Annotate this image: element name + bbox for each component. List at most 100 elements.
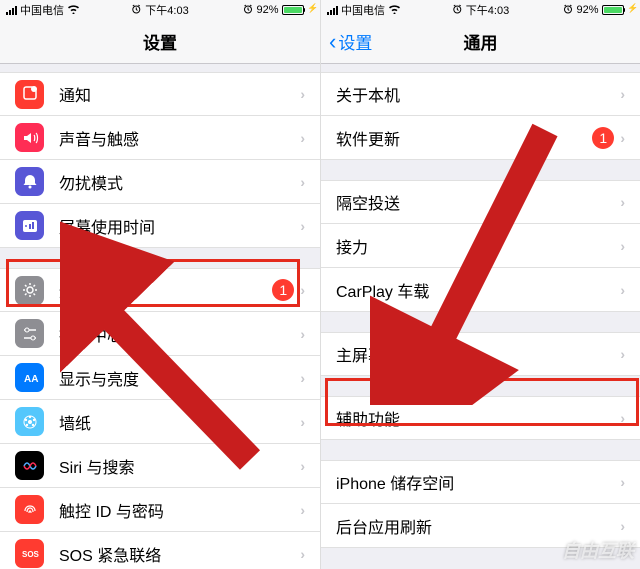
general-row[interactable]: 主屏幕按钮 › xyxy=(321,332,640,376)
chevron-right-icon: › xyxy=(620,410,625,426)
settings-row-touchid[interactable]: 触控 ID 与密码 › xyxy=(0,488,320,532)
chevron-right-icon: › xyxy=(300,282,305,298)
settings-row-notify[interactable]: 通知 › xyxy=(0,72,320,116)
chevron-right-icon: › xyxy=(620,282,625,298)
signal-icon xyxy=(327,6,338,15)
settings-row-control[interactable]: 控制中心 › xyxy=(0,312,320,356)
siri-icon xyxy=(15,451,44,480)
chevron-right-icon: › xyxy=(300,326,305,342)
general-row[interactable]: CarPlay 车载 › xyxy=(321,268,640,312)
alarm-icon-2 xyxy=(243,4,253,17)
signal-icon xyxy=(6,6,17,15)
row-label: 勿扰模式 xyxy=(59,170,294,194)
row-label: 通知 xyxy=(59,82,294,106)
time-label: 下午4:03 xyxy=(145,2,188,18)
chevron-right-icon: › xyxy=(300,130,305,146)
settings-row-screentime[interactable]: 屏幕使用时间› xyxy=(0,204,320,248)
status-bar: 中国电信 下午4:03 92% xyxy=(0,0,320,20)
chevron-right-icon: › xyxy=(300,546,305,562)
nav-bar: ‹ 设置 通用 xyxy=(321,20,640,64)
dnd-icon xyxy=(15,167,44,196)
chevron-right-icon: › xyxy=(620,194,625,210)
chevron-right-icon: › xyxy=(620,130,625,146)
time-label: 下午4:03 xyxy=(466,2,509,18)
display-icon: AA xyxy=(15,363,44,392)
row-label: iPhone 储存空间 xyxy=(336,470,614,494)
badge: 1 xyxy=(592,127,614,149)
page-title: 通用 xyxy=(464,29,498,54)
chevron-right-icon: › xyxy=(300,174,305,190)
general-screen: 中国电信 下午4:03 92% ‹ 设置 通用 关于本机 › 软件更新1 › 隔空投送 ›… xyxy=(320,0,640,569)
chevron-right-icon: › xyxy=(620,86,625,102)
svg-text:SOS: SOS xyxy=(22,550,39,559)
back-button[interactable]: ‹ 设置 xyxy=(329,29,372,54)
row-label: 隔空投送 xyxy=(336,190,614,214)
carrier-label: 中国电信 xyxy=(341,2,385,18)
general-row[interactable]: 接力 › xyxy=(321,224,640,268)
settings-row-dnd[interactable]: 勿扰模式 › xyxy=(0,160,320,204)
settings-row-wallpaper[interactable]: 墙纸 › xyxy=(0,400,320,444)
carrier-label: 中国电信 xyxy=(20,2,64,18)
chevron-left-icon: ‹ xyxy=(329,31,336,53)
gear-icon xyxy=(15,276,44,305)
settings-row-sound[interactable]: 声音与触感› xyxy=(0,116,320,160)
chevron-right-icon: › xyxy=(620,518,625,534)
chevron-right-icon: › xyxy=(300,458,305,474)
settings-row-sos[interactable]: SOSSOS 紧急联络› xyxy=(0,532,320,569)
chevron-right-icon: › xyxy=(300,86,305,102)
wifi-icon xyxy=(388,4,401,17)
row-label: Siri 与搜索 xyxy=(59,454,294,478)
wallpaper-icon xyxy=(15,407,44,436)
row-label: 后台应用刷新 xyxy=(336,514,614,538)
general-row[interactable]: 隔空投送 › xyxy=(321,180,640,224)
row-label: 通用 xyxy=(59,278,272,302)
watermark: 自由互联 xyxy=(562,537,634,563)
settings-screen: 中国电信 下午4:03 92% 设置 通知›声音与触感›勿扰模式›屏幕使用时间›… xyxy=(0,0,320,569)
nav-bar: 设置 xyxy=(0,20,320,64)
row-label: 控制中心 xyxy=(59,322,294,346)
alarm-icon xyxy=(131,4,141,17)
battery-pct-label: 92% xyxy=(256,4,278,16)
row-label: 关于本机 xyxy=(336,82,614,106)
svg-text:AA: AA xyxy=(24,374,38,385)
general-row[interactable]: 关于本机 › xyxy=(321,72,640,116)
row-label: 软件更新 xyxy=(336,126,592,150)
wifi-icon xyxy=(67,4,80,17)
alarm-icon xyxy=(452,4,462,17)
sos-icon: SOS xyxy=(15,539,44,568)
chevron-right-icon: › xyxy=(620,474,625,490)
chevron-right-icon: › xyxy=(300,218,305,234)
alarm-icon-2 xyxy=(563,4,573,17)
row-label: 触控 ID 与密码 xyxy=(59,498,294,522)
charging-icon xyxy=(308,5,314,15)
general-row[interactable]: 辅助功能 › xyxy=(321,396,640,440)
screentime-icon xyxy=(15,211,44,240)
battery-icon xyxy=(602,5,626,15)
charging-icon xyxy=(628,5,634,15)
page-title: 设置 xyxy=(143,29,177,54)
chevron-right-icon: › xyxy=(300,502,305,518)
notify-icon xyxy=(15,80,44,109)
general-row[interactable]: 软件更新1 › xyxy=(321,116,640,160)
row-label: CarPlay 车载 xyxy=(336,278,614,302)
row-label: 墙纸 xyxy=(59,410,294,434)
settings-row-display[interactable]: AA 显示与亮度 › xyxy=(0,356,320,400)
back-label: 设置 xyxy=(338,29,372,54)
chevron-right-icon: › xyxy=(620,346,625,362)
settings-row-siri[interactable]: Siri 与搜索 › xyxy=(0,444,320,488)
row-label: 接力 xyxy=(336,234,614,258)
chevron-right-icon: › xyxy=(300,414,305,430)
sound-icon xyxy=(15,123,44,152)
chevron-right-icon: › xyxy=(620,238,625,254)
touchid-icon xyxy=(15,495,44,524)
control-icon xyxy=(15,319,44,348)
chevron-right-icon: › xyxy=(300,370,305,386)
row-label: 显示与亮度 xyxy=(59,366,294,390)
settings-row-gear[interactable]: 通用1 › xyxy=(0,268,320,312)
battery-icon xyxy=(282,5,306,15)
badge: 1 xyxy=(272,279,294,301)
general-row[interactable]: iPhone 储存空间 › xyxy=(321,460,640,504)
battery-pct-label: 92% xyxy=(576,4,598,16)
row-label: 主屏幕按钮 xyxy=(336,342,614,366)
row-label: 辅助功能 xyxy=(336,406,614,430)
